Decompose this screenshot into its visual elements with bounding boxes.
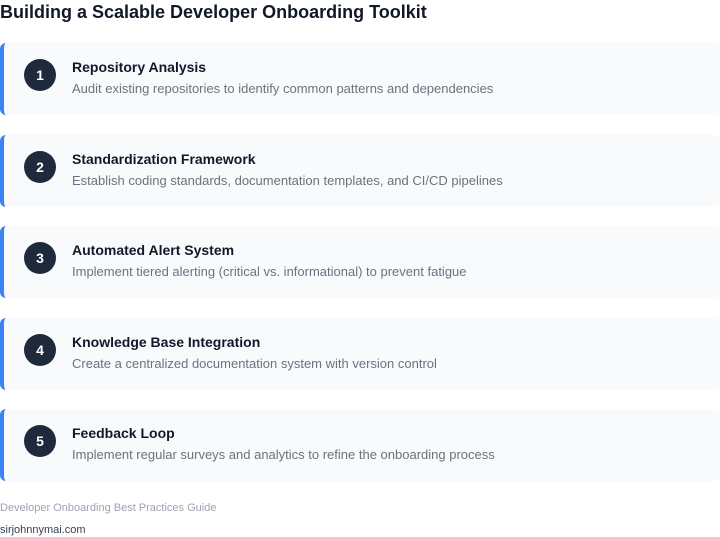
- step-card-5: 5 Feedback Loop Implement regular survey…: [0, 409, 720, 482]
- step-title: Feedback Loop: [72, 425, 175, 442]
- steps-list: 1 Repository Analysis Audit existing rep…: [0, 43, 720, 501]
- step-card-2: 2 Standardization Framework Establish co…: [0, 134, 720, 207]
- footer-guide-text: Developer Onboarding Best Practices Guid…: [0, 502, 217, 514]
- step-title: Automated Alert System: [72, 242, 235, 259]
- page-title: Building a Scalable Developer Onboarding…: [0, 2, 427, 22]
- step-number-badge: 4: [24, 333, 56, 366]
- step-title: Knowledge Base Integration: [72, 333, 261, 350]
- step-description: Audit existing repositories to identify …: [72, 81, 494, 96]
- step-number-badge: 2: [24, 150, 56, 183]
- step-card-3: 3 Automated Alert System Implement tiere…: [0, 226, 720, 299]
- footer-site-text: sirjohnnymai.com: [0, 524, 86, 536]
- step-title: Repository Analysis: [72, 59, 207, 75]
- step-number-badge: 1: [24, 59, 56, 91]
- step-card-4: 4 Knowledge Base Integration Create a ce…: [0, 317, 720, 390]
- step-number-badge: 3: [24, 242, 56, 275]
- step-card-1: 1 Repository Analysis Audit existing rep…: [0, 43, 720, 115]
- step-description: Establish coding standards, documentatio…: [72, 172, 503, 188]
- step-title: Standardization Framework: [72, 150, 256, 167]
- step-number-badge: 5: [24, 425, 56, 458]
- step-description: Create a centralized documentation syste…: [72, 355, 437, 371]
- step-description: Implement regular surveys and analytics …: [72, 447, 495, 463]
- step-description: Implement tiered alerting (critical vs. …: [72, 264, 467, 280]
